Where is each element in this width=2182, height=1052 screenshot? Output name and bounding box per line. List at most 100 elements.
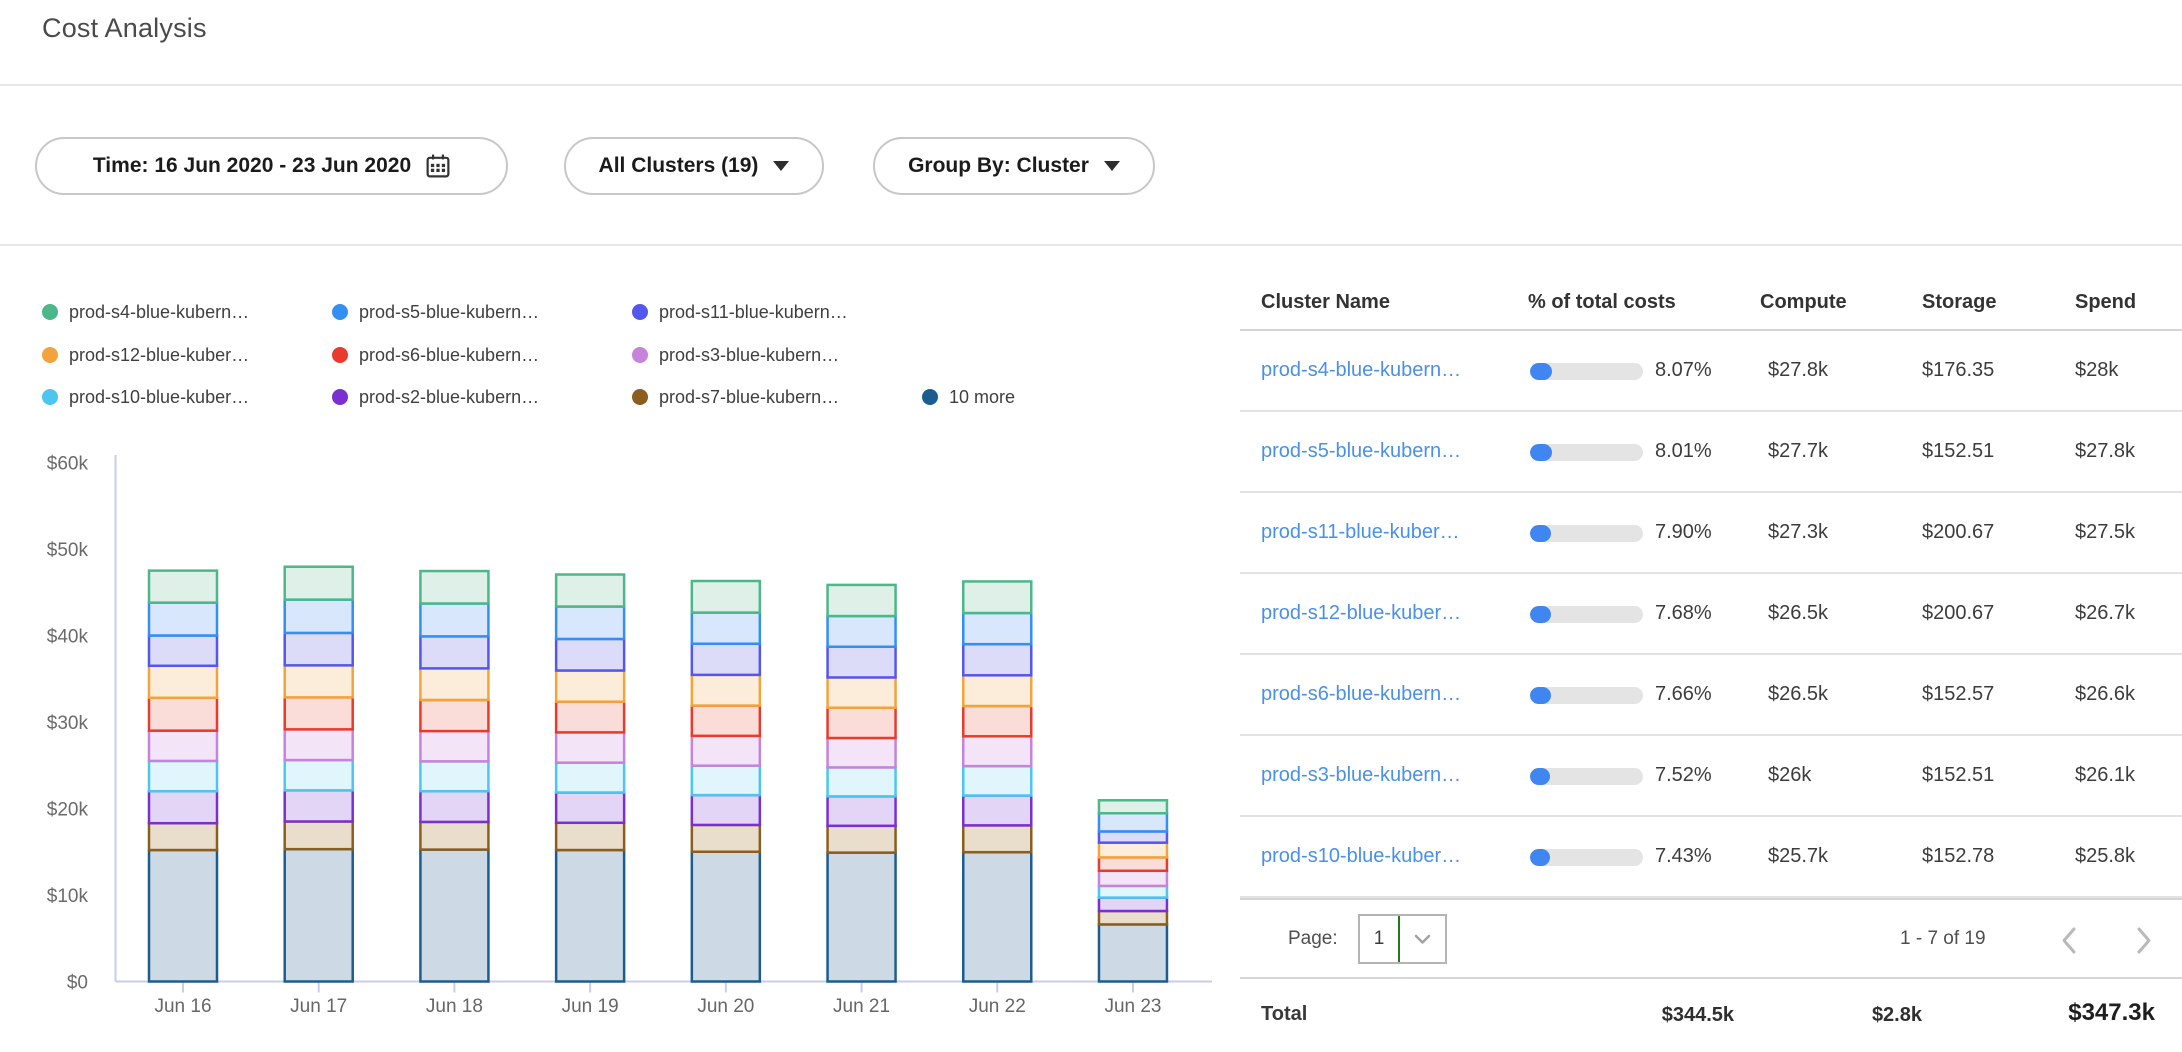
bar-segment[interactable] — [692, 852, 760, 982]
cluster-filter-dropdown[interactable]: All Clusters (19) — [564, 137, 824, 195]
bar-segment[interactable] — [963, 706, 1031, 736]
bar-segment[interactable] — [692, 613, 760, 644]
bar-segment[interactable] — [556, 792, 624, 822]
bar-segment[interactable] — [828, 767, 896, 796]
cluster-name-link[interactable]: prod-s5-blue-kubern… — [1261, 412, 1461, 491]
bar-segment[interactable] — [963, 644, 1031, 675]
bar-segment[interactable] — [420, 850, 488, 982]
bar-segment[interactable] — [285, 790, 353, 821]
bar-segment[interactable] — [963, 581, 1031, 613]
legend-item[interactable]: 10 more — [922, 386, 1015, 408]
bar-segment[interactable] — [1099, 857, 1167, 870]
bar-segment[interactable] — [149, 636, 217, 666]
bar-segment[interactable] — [149, 571, 217, 603]
cluster-name-link[interactable]: prod-s3-blue-kubern… — [1261, 736, 1461, 815]
bar-segment[interactable] — [828, 708, 896, 738]
bar-segment[interactable] — [149, 761, 217, 791]
page-select[interactable]: 1 — [1358, 914, 1447, 964]
legend-item[interactable]: prod-s5-blue-kubern… — [332, 301, 539, 323]
bar-segment[interactable] — [1099, 813, 1167, 831]
bar-segment[interactable] — [420, 636, 488, 668]
bar-segment[interactable] — [149, 791, 217, 823]
bar-segment[interactable] — [1099, 831, 1167, 842]
bar-segment[interactable] — [556, 639, 624, 671]
bar-segment[interactable] — [149, 603, 217, 636]
bar-segment[interactable] — [1099, 911, 1167, 924]
bar-segment[interactable] — [420, 668, 488, 700]
bar-segment[interactable] — [420, 571, 488, 603]
bar-segment[interactable] — [149, 666, 217, 698]
bar-segment[interactable] — [285, 665, 353, 697]
bar-segment[interactable] — [828, 738, 896, 767]
bar-segment[interactable] — [828, 796, 896, 825]
bar-segment[interactable] — [285, 760, 353, 790]
bar-segment[interactable] — [285, 821, 353, 849]
bar-segment[interactable] — [285, 633, 353, 665]
bar-segment[interactable] — [556, 823, 624, 850]
bar-segment[interactable] — [556, 850, 624, 981]
bar-segment[interactable] — [963, 825, 1031, 852]
bar-segment[interactable] — [828, 853, 896, 982]
bar-segment[interactable] — [963, 736, 1031, 766]
bar-segment[interactable] — [1099, 843, 1167, 858]
cluster-name-link[interactable]: prod-s6-blue-kubern… — [1261, 655, 1461, 734]
cluster-name-link[interactable]: prod-s11-blue-kuber… — [1261, 493, 1460, 572]
bar-segment[interactable] — [963, 675, 1031, 706]
bar-segment[interactable] — [692, 795, 760, 825]
bar-segment[interactable] — [1099, 800, 1167, 813]
bar-segment[interactable] — [556, 671, 624, 702]
bar-segment[interactable] — [556, 607, 624, 639]
legend-item[interactable]: prod-s2-blue-kubern… — [332, 386, 539, 408]
bar-segment[interactable] — [692, 706, 760, 736]
bar-segment[interactable] — [692, 736, 760, 766]
bar-segment[interactable] — [556, 702, 624, 733]
bar-segment[interactable] — [420, 822, 488, 850]
bar-segment[interactable] — [692, 675, 760, 706]
bar-segment[interactable] — [1099, 886, 1167, 898]
bar-segment[interactable] — [828, 616, 896, 647]
bar-segment[interactable] — [692, 581, 760, 613]
legend-item[interactable]: prod-s3-blue-kubern… — [632, 344, 839, 366]
bar-segment[interactable] — [285, 849, 353, 981]
bar-segment[interactable] — [1099, 871, 1167, 886]
cluster-name-link[interactable]: prod-s12-blue-kuber… — [1261, 574, 1461, 653]
prev-page-button[interactable] — [2060, 926, 2077, 960]
bar-segment[interactable] — [1099, 898, 1167, 911]
bar-segment[interactable] — [828, 585, 896, 616]
bar-segment[interactable] — [828, 826, 896, 853]
bar-segment[interactable] — [149, 731, 217, 761]
legend-item[interactable]: prod-s7-blue-kubern… — [632, 386, 839, 408]
bar-segment[interactable] — [556, 763, 624, 793]
bar-segment[interactable] — [828, 647, 896, 678]
bar-segment[interactable] — [963, 796, 1031, 826]
group-by-dropdown[interactable]: Group By: Cluster — [873, 137, 1155, 195]
bar-segment[interactable] — [420, 603, 488, 636]
bar-segment[interactable] — [556, 575, 624, 607]
bar-segment[interactable] — [692, 825, 760, 852]
bar-segment[interactable] — [692, 766, 760, 795]
legend-item[interactable]: prod-s11-blue-kubern… — [632, 301, 848, 323]
next-page-button[interactable] — [2136, 926, 2153, 960]
bar-segment[interactable] — [420, 761, 488, 791]
legend-item[interactable]: prod-s12-blue-kuber… — [42, 344, 249, 366]
cluster-name-link[interactable]: prod-s4-blue-kubern… — [1261, 331, 1461, 410]
bar-segment[interactable] — [420, 700, 488, 731]
bar-segment[interactable] — [285, 697, 353, 729]
legend-item[interactable]: prod-s4-blue-kubern… — [42, 301, 249, 323]
time-range-filter[interactable]: Time: 16 Jun 2020 - 23 Jun 2020 — [35, 137, 508, 195]
bar-segment[interactable] — [149, 823, 217, 850]
bar-segment[interactable] — [556, 732, 624, 762]
bar-segment[interactable] — [1099, 924, 1167, 981]
bar-segment[interactable] — [963, 766, 1031, 795]
bar-segment[interactable] — [963, 852, 1031, 981]
bar-segment[interactable] — [149, 850, 217, 981]
bar-segment[interactable] — [420, 731, 488, 761]
legend-item[interactable]: prod-s10-blue-kuber… — [42, 386, 249, 408]
bar-segment[interactable] — [285, 729, 353, 760]
cluster-name-link[interactable]: prod-s10-blue-kuber… — [1261, 817, 1461, 896]
bar-segment[interactable] — [420, 791, 488, 822]
bar-segment[interactable] — [692, 644, 760, 675]
bar-segment[interactable] — [285, 567, 353, 600]
bar-segment[interactable] — [828, 677, 896, 707]
bar-segment[interactable] — [963, 613, 1031, 644]
